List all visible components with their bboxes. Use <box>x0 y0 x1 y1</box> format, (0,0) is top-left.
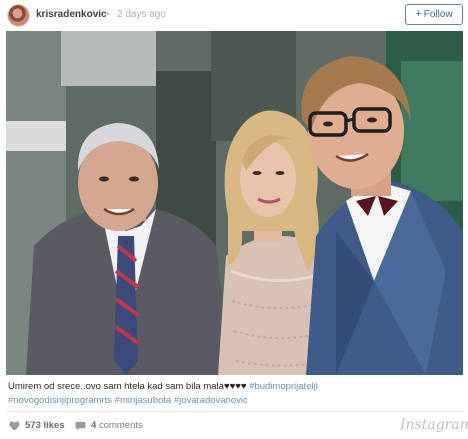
separator-dot: • <box>106 9 110 20</box>
comments-text: 4 comments <box>91 420 143 431</box>
username[interactable]: krisradenkovic <box>36 9 107 20</box>
post-caption: Umirem od srece..ovo sam htela kad sam b… <box>8 380 460 408</box>
post-photo[interactable] <box>6 31 463 375</box>
photo-illustration <box>6 31 463 375</box>
instagram-logo[interactable]: Instagram <box>400 417 468 433</box>
divider <box>6 411 463 412</box>
caption-text: Umirem od srece..ovo sam htela kad sam b… <box>8 381 224 392</box>
hashtag-jovaradovanovic[interactable]: #jovaradovanovic <box>174 395 248 406</box>
hearts-emoji: ♥♥♥♥ <box>223 381 247 392</box>
comments-label: comments <box>98 420 143 431</box>
comments-count: 4 <box>91 420 97 431</box>
post-timestamp[interactable]: 2 days ago <box>117 9 166 20</box>
follow-button[interactable]: + Follow <box>405 4 463 25</box>
likes-count: 573 likes <box>25 420 65 431</box>
follow-label: Follow <box>423 9 453 20</box>
comments-button[interactable]: 4 comments <box>75 420 143 431</box>
hashtag-novogodisnjiprogramrts[interactable]: #novogodisnjiprogramrts <box>8 395 112 406</box>
hashtag-minjasubota[interactable]: #minjasubota <box>115 395 172 406</box>
post-header: krisradenkovic • 2 days ago + Follow <box>0 0 468 31</box>
comment-icon <box>75 421 86 431</box>
hashtag-budimoprijatelji[interactable]: #budimoprijatelji <box>249 381 318 392</box>
caption-line-1: Umirem od srece..ovo sam htela kad sam b… <box>8 380 460 394</box>
caption-line-2: #novogodisnjiprogramrts #minjasubota #jo… <box>8 394 460 408</box>
plus-icon: + <box>415 8 422 20</box>
instagram-post-card: krisradenkovic • 2 days ago + Follow Umi… <box>0 0 468 439</box>
post-footer: 573 likes 4 comments Instagram <box>0 414 468 439</box>
heart-icon <box>9 420 20 431</box>
avatar[interactable] <box>7 4 30 27</box>
likes-button[interactable]: 573 likes <box>9 420 65 431</box>
